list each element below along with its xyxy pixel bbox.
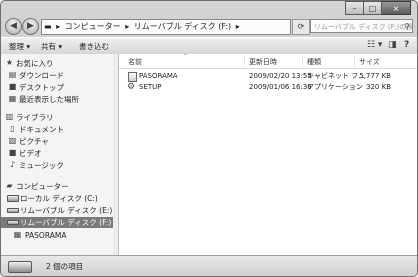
nav-label: ドキュメント (19, 125, 64, 134)
help-button[interactable]: ? (404, 40, 409, 50)
desktop-icon: ■ (8, 82, 17, 91)
file-list: 名前 ⌃ 更新日時 種類 サイズ PASORAMA 2009/02/20 13:… (119, 53, 417, 255)
back-button[interactable]: ◀ (5, 18, 22, 35)
organize-button[interactable]: 整理 ▾ (9, 41, 30, 52)
nav-label: デスクトップ (19, 83, 64, 92)
hard-drive-icon (7, 195, 19, 202)
nav-documents[interactable]: ▯ ドキュメント (1, 124, 114, 135)
removable-drive-icon (7, 208, 19, 213)
nav-label: 最近表示した場所 (19, 95, 79, 104)
file-date: 2009/02/20 13:55 (249, 72, 312, 80)
nav-label: ピクチャ (19, 137, 49, 146)
column-name[interactable]: 名前 (128, 57, 142, 67)
nav-videos[interactable]: ■ ビデオ (1, 148, 114, 159)
nav-removable-e[interactable]: リムーバブル ディスク (E:) (1, 205, 114, 216)
nav-label: コンピューター (16, 182, 69, 191)
file-row[interactable]: PASORAMA 2009/02/20 13:55 キャビネット フ... 5,… (119, 71, 417, 82)
search-placeholder: リムーバブル ディスク (F:)の検索 (314, 23, 413, 31)
search-icon[interactable]: ⚲ (404, 20, 410, 32)
navigation-pane: ★ お気に入り ▤ ダウンロード ■ デスクトップ ▦ 最近表示した場所 ▥ ラ… (1, 54, 119, 255)
download-folder-icon: ▤ (8, 70, 17, 79)
file-type: キャビネット フ... (307, 72, 365, 80)
nav-recent-places[interactable]: ▦ 最近表示した場所 (1, 94, 114, 105)
breadcrumb-separator-icon[interactable]: ▸ (56, 22, 60, 31)
sort-arrow-icon: ⌃ (183, 53, 189, 60)
file-type: アプリケーション (307, 83, 363, 91)
removable-drive-icon (8, 261, 32, 273)
item-count: 2 個の項目 (46, 262, 84, 271)
nav-label: リムーバブル ディスク (E:) (20, 206, 113, 215)
nav-music[interactable]: ♪ ミュージック (1, 160, 114, 171)
folder-icon: ▦ (13, 230, 22, 239)
column-type[interactable]: 種類 (307, 57, 321, 67)
nav-label: PASORAMA (25, 231, 67, 240)
details-pane: 2 個の項目 (1, 255, 417, 276)
music-icon: ♪ (9, 160, 16, 169)
views-button[interactable]: ☷ ▾ (367, 40, 382, 50)
search-input[interactable]: リムーバブル ディスク (F:)の検索 ⚲ (310, 19, 413, 33)
nav-label: ローカル ディスク (C:) (20, 194, 98, 203)
nav-downloads[interactable]: ▤ ダウンロード (1, 70, 114, 81)
application-file-icon: ⚙ (127, 82, 136, 92)
burn-button[interactable]: 書き込む (79, 41, 109, 52)
nav-pictures[interactable]: ▨ ピクチャ (1, 136, 114, 147)
file-name: PASORAMA (139, 72, 178, 80)
column-date[interactable]: 更新日時 (249, 57, 277, 67)
nav-label: ダウンロード (19, 71, 64, 80)
navigation-bar: ◀ ▶ ▬ ▸ コンピューター ▸ リムーバブル ディスク (F:) ▸ ⟳ リ… (1, 15, 417, 37)
nav-libraries[interactable]: ▥ ライブラリ (1, 112, 114, 123)
column-size[interactable]: サイズ (359, 57, 380, 67)
breadcrumb-separator-icon[interactable]: ▸ (125, 22, 129, 31)
close-button[interactable]: × (382, 1, 411, 15)
breadcrumb-separator-icon[interactable]: ▸ (236, 22, 240, 31)
star-icon: ★ (5, 58, 14, 67)
breadcrumb-removable-f[interactable]: リムーバブル ディスク (F:) (134, 22, 231, 31)
file-size: 320 KB (366, 83, 391, 91)
column-divider[interactable] (244, 56, 245, 67)
file-size: 5,777 KB (359, 72, 391, 80)
file-row[interactable]: ⚙ SETUP 2009/01/06 16:36 アプリケーション 320 KB (119, 82, 417, 93)
nav-scrollbar[interactable] (113, 54, 118, 255)
refresh-button[interactable]: ⟳ (292, 19, 310, 35)
documents-icon: ▯ (10, 124, 15, 133)
libraries-icon: ▥ (5, 112, 14, 121)
address-bar[interactable]: ▬ ▸ コンピューター ▸ リムーバブル ディスク (F:) ▸ (41, 19, 291, 35)
file-date: 2009/01/06 16:36 (249, 83, 312, 91)
pictures-icon: ▨ (8, 136, 17, 145)
title-bar: – □ × (1, 1, 417, 15)
preview-pane-button[interactable]: ◨ (388, 40, 397, 50)
cabinet-file-icon (128, 72, 137, 82)
caption-buttons: – □ × (345, 1, 411, 15)
drive-icon: ▬ (44, 22, 52, 31)
breadcrumb-computer[interactable]: コンピューター (65, 22, 121, 31)
file-name: SETUP (139, 83, 162, 91)
column-divider[interactable] (354, 56, 355, 67)
computer-icon: ▰ (6, 181, 13, 190)
nav-label: ミュージック (19, 161, 64, 170)
nav-label: ライブラリ (16, 113, 54, 122)
nav-removable-f[interactable]: リムーバブル ディスク (F:) (1, 217, 114, 228)
minimize-button[interactable]: – (345, 1, 364, 15)
nav-folder-pasorama[interactable]: ▦ PASORAMA (1, 230, 114, 241)
nav-label: お気に入り (16, 59, 54, 68)
column-divider[interactable] (302, 56, 303, 67)
nav-label: リムーバブル ディスク (F:) (20, 218, 112, 227)
nav-label: ビデオ (19, 149, 42, 158)
command-bar: 整理 ▾ 共有 ▾ 書き込む ☷ ▾ ◨ ? (1, 37, 417, 55)
nav-desktop[interactable]: ■ デスクトップ (1, 82, 114, 93)
share-button[interactable]: 共有 ▾ (41, 41, 62, 52)
videos-icon: ■ (8, 148, 17, 157)
recent-places-icon: ▦ (8, 94, 17, 103)
removable-drive-icon (7, 220, 19, 225)
maximize-button[interactable]: □ (364, 1, 382, 15)
explorer-window: – □ × ◀ ▶ ▬ ▸ コンピューター ▸ リムーバブル ディスク (F:)… (0, 0, 418, 277)
forward-button[interactable]: ▶ (22, 18, 39, 35)
column-header: 名前 ⌃ 更新日時 種類 サイズ (119, 53, 417, 69)
nav-local-disk-c[interactable]: ローカル ディスク (C:) (1, 193, 114, 204)
nav-favorites[interactable]: ★ お気に入り (1, 58, 114, 69)
nav-computer[interactable]: ▰ コンピューター (1, 181, 114, 192)
